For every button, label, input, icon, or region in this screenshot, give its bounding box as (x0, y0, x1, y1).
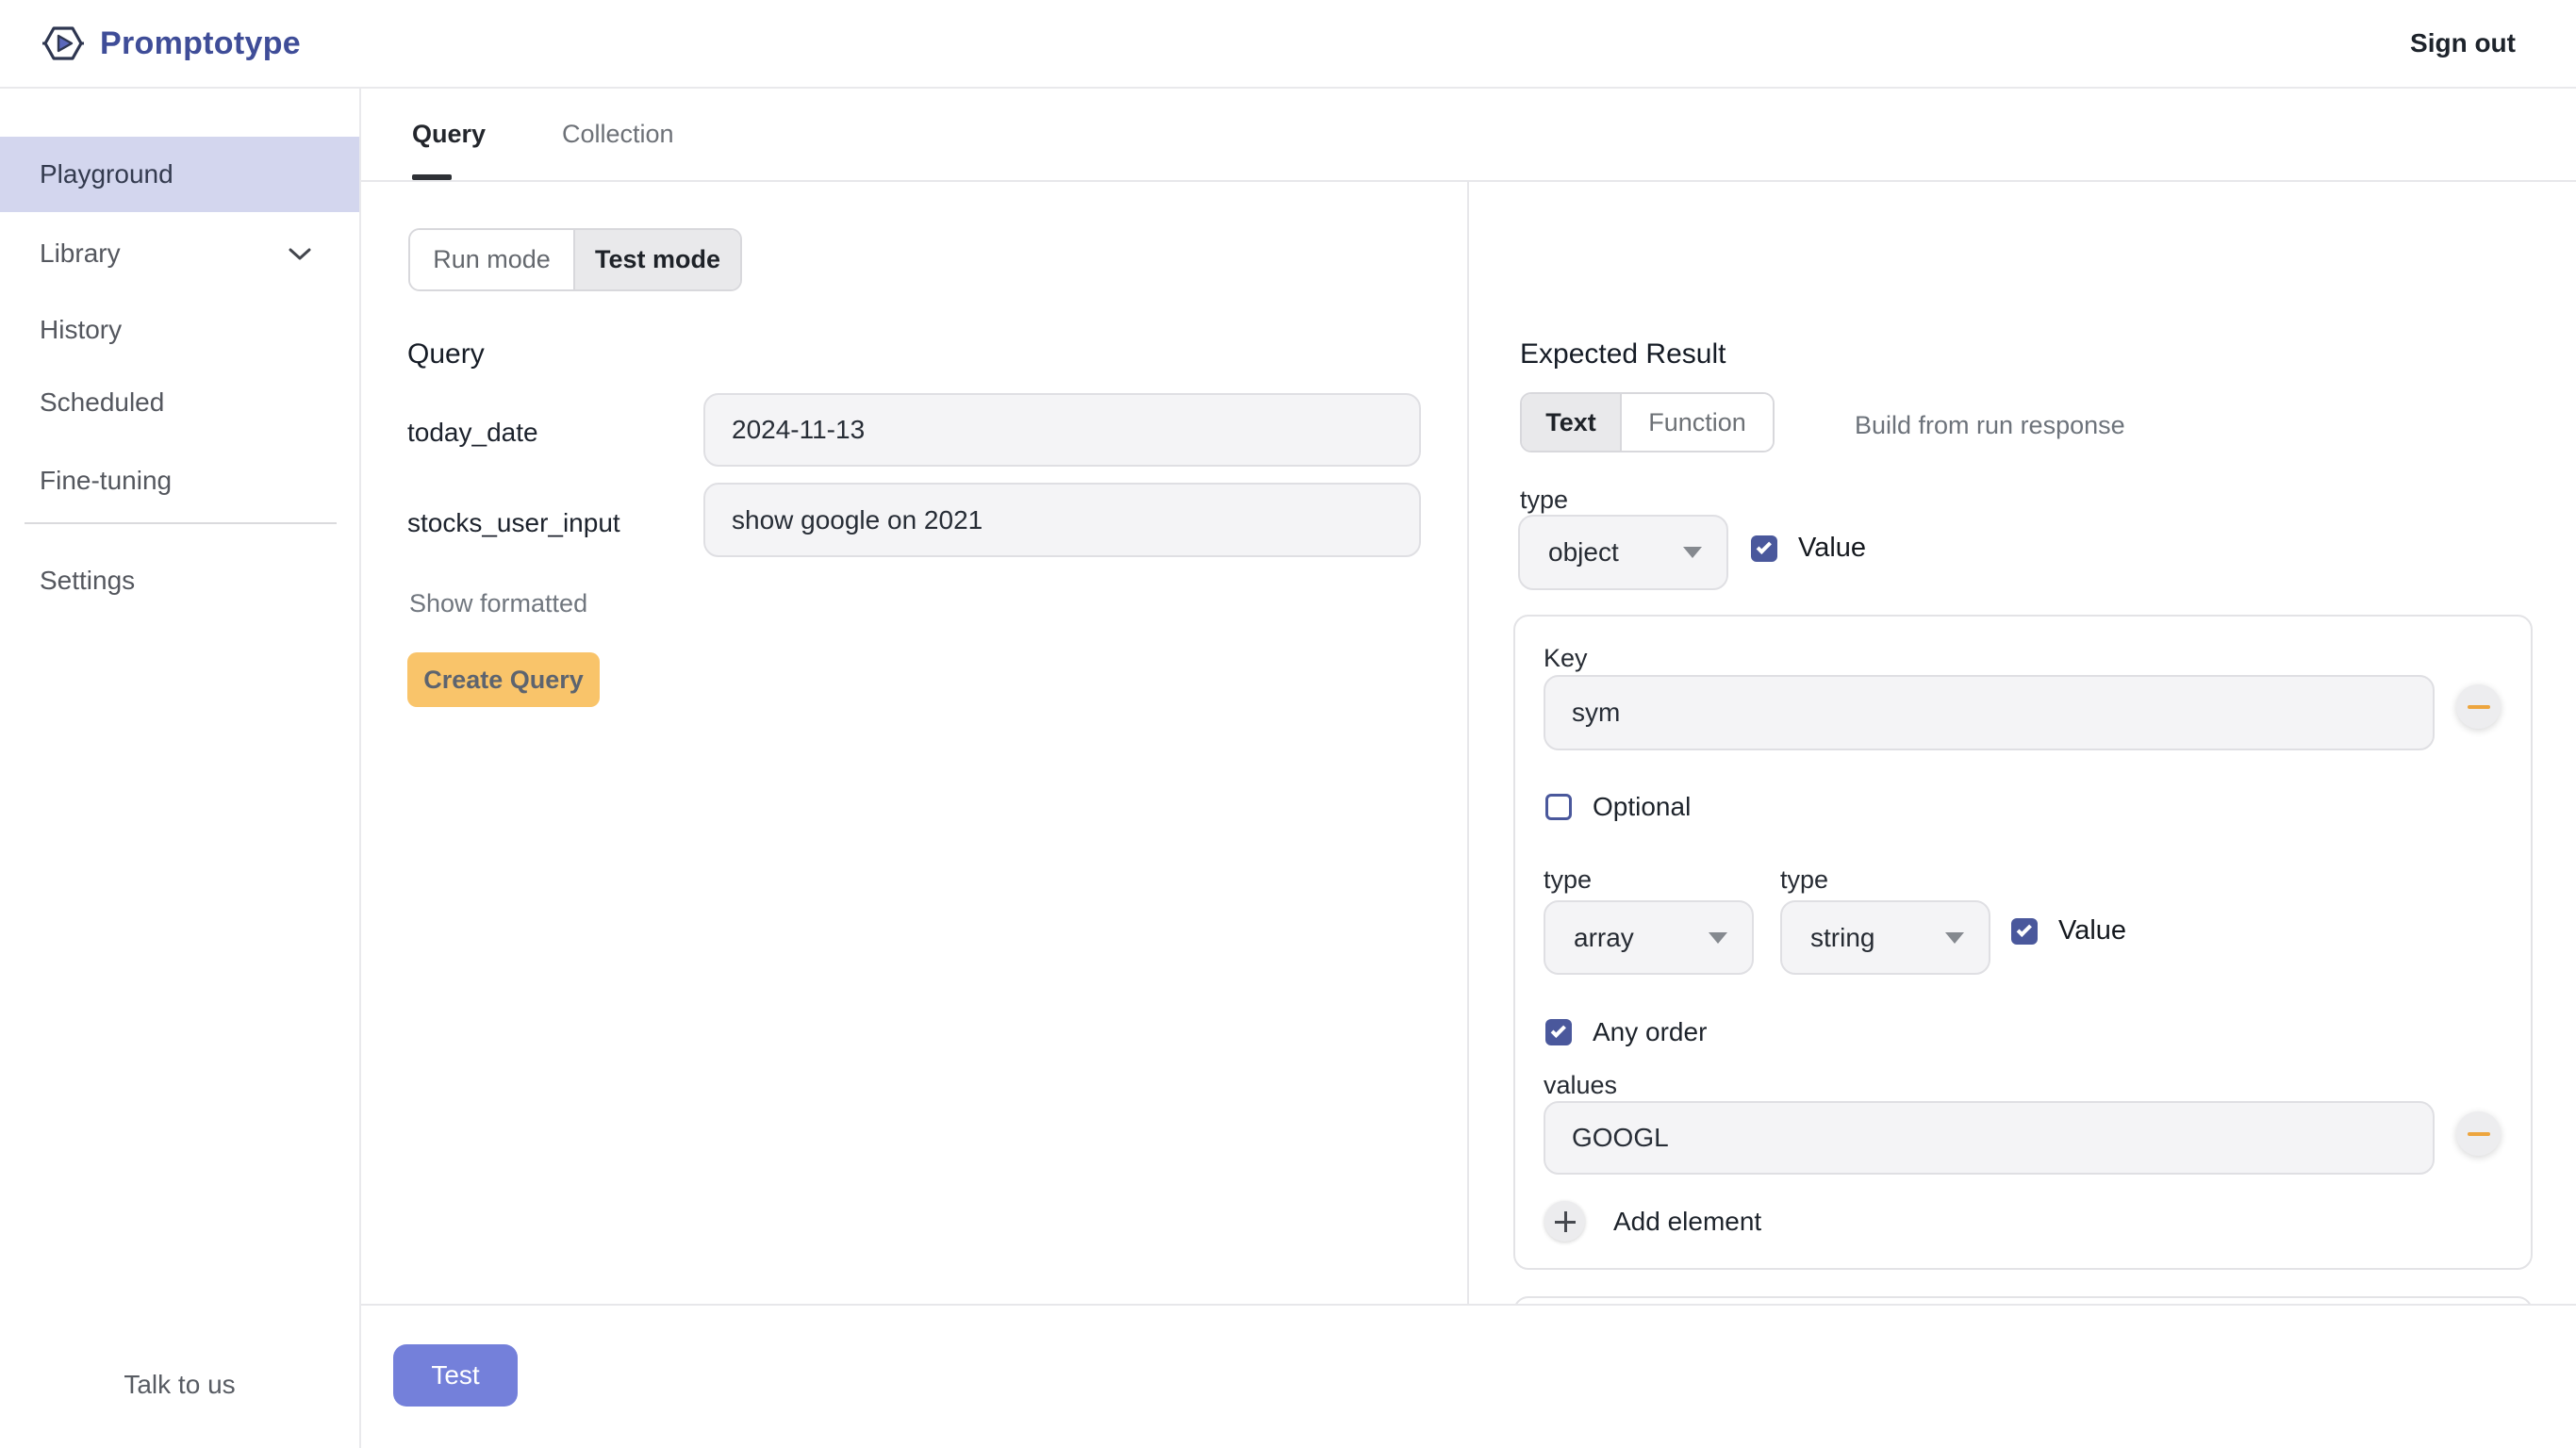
key-label: Key (1544, 643, 1588, 673)
test-button[interactable]: Test (393, 1344, 518, 1407)
item-type-label: type (1544, 864, 1592, 895)
chevron-down-icon (1683, 547, 1702, 558)
card-value-checkbox[interactable] (2011, 918, 2038, 945)
key-card: Key Optional type type array string (1513, 615, 2533, 1270)
sidebar-item-label: Playground (40, 159, 173, 189)
build-from-run-response-link[interactable]: Build from run response (1855, 411, 2125, 440)
element-type-select-value: string (1810, 923, 1874, 953)
minus-icon (2468, 705, 2490, 709)
result-type-toggle: Text Function (1520, 392, 1775, 452)
field-label-stocks-user-input: stocks_user_input (407, 507, 620, 539)
sidebar-item-fine-tuning[interactable]: Fine-tuning (0, 443, 359, 518)
sidebar-item-label: History (40, 315, 122, 345)
sidebar-item-settings[interactable]: Settings (0, 543, 359, 618)
plus-icon (1544, 1201, 1585, 1242)
expected-result-panel: Expected Result Text Function Build from… (1467, 182, 2576, 1304)
add-element-label: Add element (1613, 1207, 1761, 1237)
today-date-input[interactable] (703, 393, 1421, 467)
value-checkbox[interactable] (1751, 535, 1777, 562)
tab-collection[interactable]: Collection (562, 89, 674, 180)
element-type-select[interactable]: string (1780, 900, 1990, 975)
tab-query[interactable]: Query (412, 89, 486, 180)
chevron-down-icon (1945, 932, 1964, 944)
footer-divider (361, 1304, 2576, 1306)
check-icon (2016, 921, 2031, 936)
any-order-checkbox[interactable] (1545, 1019, 1572, 1045)
expected-result-heading: Expected Result (1520, 338, 1726, 370)
value-checkbox-row: Value (1751, 533, 1866, 564)
item-type-select-value: array (1574, 923, 1634, 953)
query-heading: Query (407, 338, 485, 370)
type-label: type (1520, 485, 1568, 515)
optional-checkbox-label: Optional (1593, 792, 1691, 822)
tab-bar: Query Collection (361, 89, 2576, 182)
sidebar: Playground Library History Scheduled Fin… (0, 89, 361, 1448)
check-icon (1550, 1023, 1565, 1038)
chevron-down-icon (288, 247, 312, 261)
sidebar-item-library[interactable]: Library (0, 216, 359, 291)
element-type-label: type (1780, 864, 1828, 895)
sidebar-item-scheduled[interactable]: Scheduled (0, 365, 359, 440)
mode-toggle: Run mode Test mode (408, 228, 742, 291)
sidebar-divider (25, 522, 337, 524)
card-value-checkbox-row: Value (2011, 915, 2126, 946)
field-label-today-date: today_date (407, 417, 538, 449)
card-value-checkbox-label: Value (2058, 915, 2126, 946)
sidebar-item-playground[interactable]: Playground (0, 137, 359, 212)
values-label: values (1544, 1070, 1617, 1100)
active-tab-underline (412, 174, 452, 180)
value-checkbox-label: Value (1798, 533, 1866, 564)
any-order-checkbox-row: Any order (1545, 1017, 1707, 1047)
minus-icon (2468, 1132, 2490, 1136)
next-card-peek (1513, 1296, 2533, 1304)
any-order-checkbox-label: Any order (1593, 1017, 1707, 1047)
type-select[interactable]: object (1518, 515, 1728, 590)
run-mode-button[interactable]: Run mode (410, 230, 573, 289)
stocks-user-input-input[interactable] (703, 483, 1421, 557)
sidebar-item-label: Fine-tuning (40, 466, 172, 496)
optional-checkbox-row: Optional (1545, 792, 1691, 822)
type-select-value: object (1548, 537, 1619, 568)
logo-icon (41, 22, 85, 65)
item-type-select[interactable]: array (1544, 900, 1754, 975)
sidebar-item-label: Scheduled (40, 387, 164, 418)
app: Promptotype Sign out Playground Library … (0, 0, 2576, 1448)
sidebar-item-label: Settings (40, 566, 135, 596)
sidebar-item-history[interactable]: History (0, 292, 359, 368)
optional-checkbox[interactable] (1545, 794, 1572, 820)
remove-key-button[interactable] (2456, 684, 2501, 729)
query-panel: Run mode Test mode Query today_date stoc… (361, 182, 1467, 1304)
chevron-down-icon (1709, 932, 1727, 944)
sign-out-button[interactable]: Sign out (2410, 28, 2516, 58)
value-element-input[interactable] (1544, 1101, 2435, 1175)
create-query-button[interactable]: Create Query (407, 652, 600, 707)
header: Promptotype Sign out (0, 0, 2576, 89)
talk-to-us-link[interactable]: Talk to us (0, 1347, 359, 1423)
remove-value-button[interactable] (2456, 1111, 2501, 1156)
logo[interactable]: Promptotype (41, 22, 301, 65)
check-icon (1756, 538, 1771, 553)
app-title: Promptotype (100, 25, 301, 62)
key-input[interactable] (1544, 675, 2435, 750)
text-mode-button[interactable]: Text (1522, 394, 1622, 451)
show-formatted-link[interactable]: Show formatted (409, 589, 587, 618)
add-element-button[interactable]: Add element (1544, 1201, 1761, 1242)
function-mode-button[interactable]: Function (1622, 394, 1773, 451)
test-mode-button[interactable]: Test mode (573, 230, 740, 289)
sidebar-item-label: Library (40, 239, 121, 269)
